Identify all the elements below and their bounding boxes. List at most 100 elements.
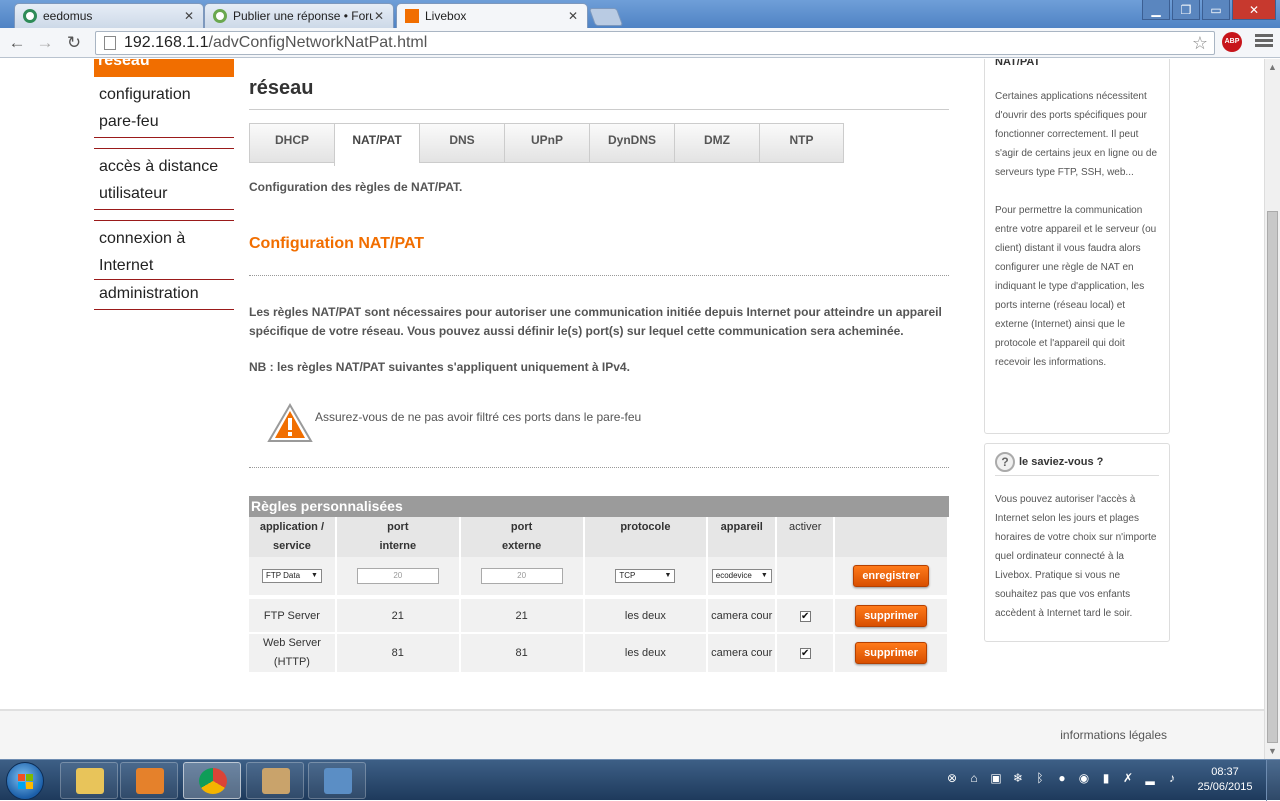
tab-dns[interactable]: DNS [419, 123, 504, 163]
scroll-up-icon[interactable]: ▲ [1265, 59, 1280, 75]
tab-livebox[interactable]: Livebox ✕ [396, 3, 588, 28]
back-arrow-icon[interactable]: ← [6, 32, 28, 54]
reload-icon[interactable]: ↻ [63, 32, 85, 54]
tray-app-icon[interactable]: ❄ [1010, 770, 1026, 786]
tip-text: Vous pouvez autoriser l'accès à Internet… [995, 494, 1157, 619]
tray-app-icon[interactable]: ● [1054, 770, 1070, 786]
enable-checkbox[interactable]: ✔ [799, 647, 811, 659]
header-actions [834, 517, 949, 557]
bookmark-star-icon[interactable]: ☆ [1192, 33, 1208, 54]
tab-upnp[interactable]: UPnP [504, 123, 589, 163]
warning-icon [267, 403, 313, 442]
left-navigation: réseau configuration pare-feu accès à di… [94, 59, 234, 310]
device-cell: camera cour [707, 633, 778, 672]
tab-dmz[interactable]: DMZ [674, 123, 759, 163]
tray-app-icon[interactable]: ⊗ [944, 770, 960, 786]
internal-port-cell: 21 [335, 597, 461, 634]
delete-button[interactable]: supprimer [855, 604, 927, 627]
tray-app-icon[interactable]: ◉ [1076, 770, 1092, 786]
tip-title: le saviez-vous ? [1019, 456, 1104, 468]
tab-ntp[interactable]: NTP [759, 123, 844, 163]
tip-header: ? le saviez-vous ? [995, 452, 1159, 476]
header-enable: activer [776, 517, 836, 557]
nav-item-connexion[interactable]: connexion à [99, 225, 234, 252]
taskbar-explorer[interactable] [60, 762, 118, 799]
adblock-icon[interactable]: ABP [1222, 32, 1242, 52]
tab-label: Publier une réponse • Foru [233, 9, 373, 23]
title-divider [249, 109, 949, 110]
nav-item-administration[interactable]: administration [99, 280, 234, 307]
device-select[interactable]: ecodevice [711, 569, 772, 583]
taskbar-media[interactable] [120, 762, 178, 799]
table-row: Web Server (HTTP) 81 81 les deux camera c… [249, 633, 949, 672]
header-text: externe [502, 540, 542, 552]
start-button[interactable] [6, 762, 44, 800]
header-external-port: port externe [459, 517, 585, 557]
legal-link[interactable]: informations légales [1060, 728, 1167, 742]
internal-port-cell: 81 [335, 633, 461, 672]
enable-checkbox[interactable]: ✔ [799, 610, 811, 622]
clock-date: 25/06/2015 [1197, 781, 1253, 793]
tab-dyndns[interactable]: DynDNS [589, 123, 674, 163]
tray-app-icon[interactable]: ⌂ [966, 770, 982, 786]
description-text: Les règles NAT/PAT sont nécessaires pour… [249, 305, 942, 338]
network-signal-icon[interactable]: ▂ [1142, 770, 1158, 786]
header-text: interne [379, 540, 417, 552]
tab-natpat[interactable]: NAT/PAT [334, 123, 419, 166]
taskbar-chrome[interactable] [183, 762, 241, 799]
tab-forum[interactable]: Publier une réponse • Foru ✕ [204, 3, 394, 28]
bluetooth-icon[interactable]: ᛒ [1032, 770, 1048, 786]
nav-item-reseau[interactable]: réseau [94, 59, 234, 77]
header-text: port [387, 521, 409, 533]
footer: informations légales [0, 711, 1264, 759]
service-select[interactable]: FTP Data [261, 569, 322, 583]
address-bar[interactable]: 192.168.1.1/advConfigNetworkNatPat.html … [95, 31, 1215, 55]
nav-item-pare-feu[interactable]: pare-feu [99, 108, 234, 135]
new-rule-row: FTP Data 20 20 TCP ecodevice enregistrer [249, 557, 949, 599]
volume-icon[interactable]: ♪ [1164, 770, 1180, 786]
battery-icon[interactable]: ▮ [1098, 770, 1114, 786]
external-port-input[interactable]: 20 [480, 568, 563, 584]
close-window-button[interactable]: ✕ [1232, 0, 1276, 20]
scroll-thumb[interactable] [1267, 211, 1278, 743]
taskbar-paint[interactable] [246, 762, 304, 799]
service-cell: Web Server (HTTP) [249, 633, 337, 672]
close-tab-icon[interactable]: ✕ [183, 9, 195, 23]
close-tab-icon[interactable]: ✕ [373, 9, 385, 23]
firewall-warning: Assurez-vous de ne pas avoir filtré ces … [267, 402, 641, 444]
help-panel: NAT/PAT Certaines applications nécessite… [984, 59, 1170, 434]
url-host: 192.168.1.1 [124, 34, 209, 51]
orange-favicon-icon [405, 9, 419, 23]
nav-item-utilisateur[interactable]: utilisateur [99, 180, 234, 207]
delete-button[interactable]: supprimer [855, 642, 927, 664]
nav-item-acces-distance[interactable]: accès à distance [99, 153, 234, 180]
restore-button[interactable]: ❐ [1172, 0, 1200, 20]
chrome-menu-icon[interactable] [1255, 32, 1273, 52]
nav-item-configuration[interactable]: configuration [99, 81, 234, 108]
save-button[interactable]: enregistrer [853, 565, 929, 587]
service-cell: FTP Server [249, 597, 337, 634]
show-desktop-button[interactable] [1266, 760, 1280, 801]
tab-eedomus[interactable]: eedomus ✕ [14, 3, 204, 28]
close-tab-icon[interactable]: ✕ [567, 9, 579, 23]
header-service: application / service [249, 517, 337, 557]
new-tab-button[interactable] [588, 8, 624, 26]
maximize-button[interactable]: ▭ [1202, 0, 1230, 20]
tray-app-icon[interactable]: ▣ [988, 770, 1004, 786]
minimize-button[interactable]: ▁ [1142, 0, 1170, 20]
external-port-cell: 21 [459, 597, 585, 634]
internal-port-input[interactable]: 20 [356, 568, 439, 584]
taskbar-clock[interactable]: 08:37 25/06/2015 [1192, 765, 1258, 795]
chrome-icon [199, 768, 227, 794]
browser-tab-strip: eedomus ✕ Publier une réponse • Foru ✕ L… [0, 0, 1280, 28]
tray-app-icon[interactable]: ✗ [1120, 770, 1136, 786]
forward-arrow-icon[interactable]: → [34, 32, 56, 54]
scroll-down-icon[interactable]: ▼ [1265, 743, 1280, 759]
protocol-cell: les deux [583, 633, 709, 672]
header-text: port [510, 521, 533, 533]
page-scrollbar[interactable]: ▲ ▼ [1264, 59, 1280, 759]
nav-item-internet[interactable]: Internet [94, 252, 234, 280]
tab-dhcp[interactable]: DHCP [249, 123, 334, 163]
protocol-select[interactable]: TCP [615, 569, 676, 583]
taskbar-photos[interactable] [308, 762, 366, 799]
